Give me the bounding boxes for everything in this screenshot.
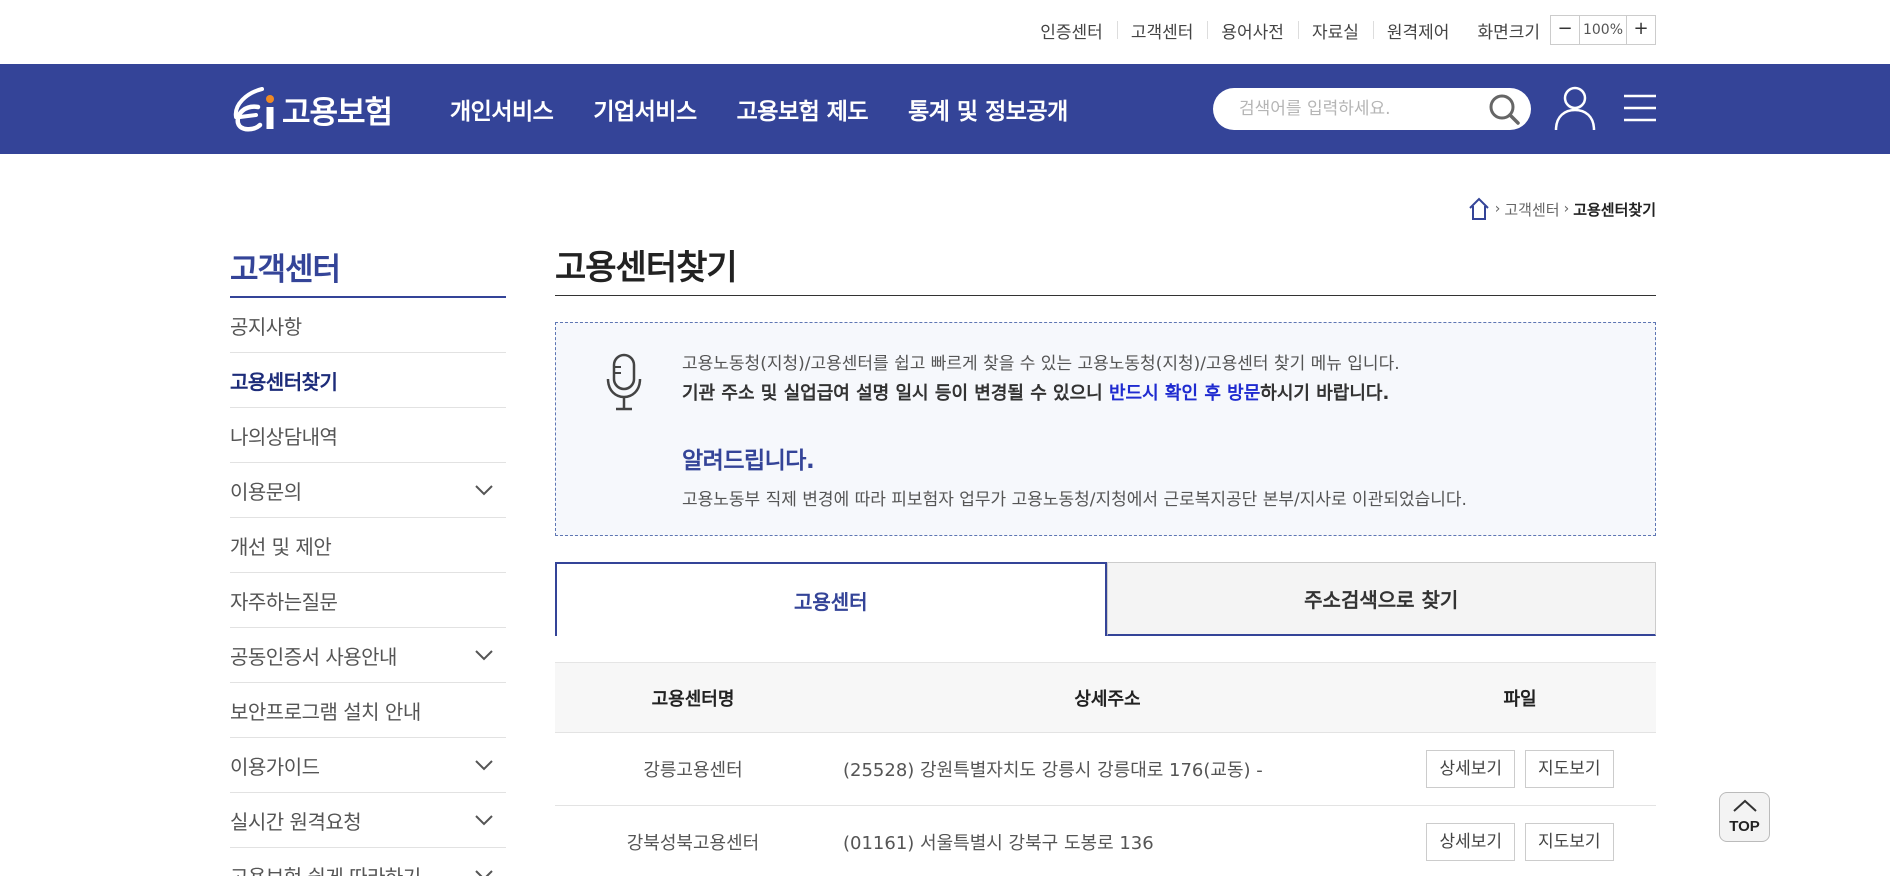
page-title: 고용센터찾기: [555, 240, 1656, 296]
map-view-button[interactable]: 지도보기: [1525, 823, 1614, 861]
detail-view-button[interactable]: 상세보기: [1426, 750, 1515, 788]
zoom-value: 100%: [1579, 16, 1627, 44]
table-body: 강릉고용센터 (25528) 강원특별자치도 강릉시 강릉대로 176(교동) -…: [555, 733, 1656, 876]
chevron-down-icon[interactable]: [474, 649, 494, 661]
sidebar-list: 공지사항고용센터찾기나의상담내역이용문의개선 및 제안자주하는질문공동인증서 사…: [230, 298, 506, 876]
notice-intro-text: 고용노동청(지청)/고용센터를 쉽고 빠르게 찾을 수 있는 고용노동청(지청)…: [682, 354, 1400, 374]
notice-warning-text: 기관 주소 및 실업급여 설명 일시 등이 변경될 수 있으니 반드시 확인 후…: [682, 379, 1389, 405]
center-address: (01161) 서울특별시 강북구 도봉로 136: [843, 833, 1154, 854]
chevron-down-icon[interactable]: [474, 869, 494, 876]
gnb-item-business[interactable]: 기업서비스: [593, 92, 697, 126]
sidebar-item[interactable]: 실시간 원격요청: [230, 793, 506, 848]
zoom-label: 화면크기: [1477, 22, 1540, 43]
breadcrumb-current: 고용센터찾기: [1573, 200, 1656, 219]
tab-address-search[interactable]: 주소검색으로 찾기: [1106, 562, 1656, 636]
zoom-control: − 100% +: [1550, 15, 1656, 45]
tab-employment-center[interactable]: 고용센터: [555, 562, 1107, 636]
map-view-button[interactable]: 지도보기: [1525, 750, 1614, 788]
chevron-right-icon: ›: [1563, 201, 1570, 217]
sidebar-item-label: 나의상담내역: [230, 424, 338, 449]
search-icon[interactable]: [1487, 92, 1521, 126]
util-link-glossary[interactable]: 용어사전: [1207, 18, 1298, 43]
sidebar-item[interactable]: 공지사항: [230, 298, 506, 353]
microphone-icon: [606, 353, 642, 411]
table-row: 강릉고용센터 (25528) 강원특별자치도 강릉시 강릉대로 176(교동) -…: [555, 733, 1656, 806]
chevron-right-icon: ›: [1494, 201, 1501, 217]
logo-ei-icon: [233, 87, 274, 132]
gnb-item-personal[interactable]: 개인서비스: [450, 92, 554, 126]
notice-warning-post: 하시기 바랍니다.: [1260, 383, 1390, 404]
chevron-down-icon[interactable]: [474, 814, 494, 826]
sidebar-item-label: 보안프로그램 설치 안내: [230, 699, 421, 724]
sidebar-item[interactable]: 나의상담내역: [230, 408, 506, 463]
notice-warning-pre: 기관 주소 및 실업급여 설명 일시 등이 변경될 수 있으니: [682, 383, 1109, 404]
sidebar-item[interactable]: 이용문의: [230, 463, 506, 518]
site-logo[interactable]: 고용보험: [228, 78, 393, 140]
main-navigation: 고용보험 개인서비스 기업서비스 고용보험 제도 통계 및 정보공개: [0, 64, 1890, 154]
chevron-down-icon[interactable]: [474, 759, 494, 771]
home-icon[interactable]: [1467, 196, 1491, 222]
util-link-certificate[interactable]: 인증센터: [1026, 18, 1117, 43]
notice-warning-highlight: 반드시 확인 후 방문: [1108, 383, 1261, 404]
sidebar-item[interactable]: 자주하는질문: [230, 573, 506, 628]
file-buttons: 상세보기 지도보기: [1384, 750, 1656, 788]
center-address: (25528) 강원특별자치도 강릉시 강릉대로 176(교동) -: [843, 760, 1263, 781]
util-link-archive[interactable]: 자료실: [1297, 18, 1373, 43]
breadcrumb: › 고객센터 › 고용센터찾기: [1467, 196, 1656, 222]
table-row: 강북성북고용센터 (01161) 서울특별시 강북구 도봉로 136 상세보기 지도보…: [555, 806, 1656, 876]
zoom-out-button[interactable]: −: [1551, 16, 1579, 44]
utility-bar: 인증센터 고객센터 용어사전 자료실 원격제어 화면크기 − 100% +: [0, 0, 1892, 64]
sidebar-item-label: 이용문의: [230, 479, 302, 504]
breadcrumb-customer-center[interactable]: 고객센터: [1504, 199, 1559, 220]
sidebar-item-label: 개선 및 제안: [230, 534, 332, 559]
sidebar-item-label: 이용가이드: [230, 754, 320, 779]
sidebar-item-label: 공지사항: [230, 314, 302, 339]
column-header-name: 고용센터명: [651, 688, 735, 710]
center-table: 고용센터명 상세주소 파일 강릉고용센터 (25528) 강원특별자치도 강릉시 …: [555, 662, 1656, 876]
sidebar-item-label: 실시간 원격요청: [230, 809, 362, 834]
gnb-menu: 개인서비스 기업서비스 고용보험 제도 통계 및 정보공개: [450, 64, 1108, 154]
sidebar-item[interactable]: 보안프로그램 설치 안내: [230, 683, 506, 738]
sidebar-title: 고객센터: [230, 244, 506, 298]
chevron-up-icon: [1733, 799, 1757, 812]
search-box: [1213, 88, 1531, 130]
top-label: TOP: [1729, 818, 1760, 835]
center-name: 강북성북고용센터: [626, 833, 760, 854]
sidebar-item-label: 공동인증서 사용안내: [230, 644, 397, 669]
sidebar-item[interactable]: 이용가이드: [230, 738, 506, 793]
column-header-address: 상세주소: [1074, 688, 1141, 710]
scroll-to-top-button[interactable]: TOP: [1719, 792, 1770, 842]
util-link-remote-control[interactable]: 원격제어: [1372, 18, 1464, 43]
notice-transfer-text: 고용노동부 직제 변경에 따라 피보험자 업무가 고용노동청/지청에서 근로복지…: [682, 490, 1467, 510]
util-link-customer-center[interactable]: 고객센터: [1116, 18, 1208, 43]
center-name: 강릉고용센터: [643, 760, 743, 781]
main-content: 고용센터찾기 고용노동청(지청)/고용센터를 쉽고 빠르게 찾을 수 있는 고용…: [555, 240, 1656, 876]
notice-box: 고용노동청(지청)/고용센터를 쉽고 빠르게 찾을 수 있는 고용노동청(지청)…: [555, 322, 1656, 536]
detail-view-button[interactable]: 상세보기: [1426, 823, 1515, 861]
sidebar-item-label: 자주하는질문: [230, 589, 338, 614]
sidebar-item[interactable]: 고용보험 쉽게 따라하기: [230, 848, 506, 876]
sidebar-item-label: 고용센터찾기: [230, 369, 338, 394]
chevron-down-icon[interactable]: [474, 484, 494, 496]
sidebar-item[interactable]: 개선 및 제안: [230, 518, 506, 573]
sidebar-item[interactable]: 공동인증서 사용안내: [230, 628, 506, 683]
zoom-in-button[interactable]: +: [1627, 16, 1655, 44]
sidebar-item-label: 고용보험 쉽게 따라하기: [230, 861, 421, 876]
file-buttons: 상세보기 지도보기: [1384, 823, 1656, 861]
tab-bar: 고용센터 주소검색으로 찾기: [555, 562, 1656, 636]
sidebar-item[interactable]: 고용센터찾기: [230, 353, 506, 408]
table-header: 고용센터명 상세주소 파일: [555, 663, 1656, 733]
hamburger-menu-icon[interactable]: [1622, 88, 1658, 128]
gnb-item-statistics[interactable]: 통계 및 정보공개: [908, 92, 1068, 126]
search-input[interactable]: [1239, 88, 1479, 130]
utility-links: 인증센터 고객센터 용어사전 자료실 원격제어 화면크기 − 100% +: [1026, 14, 1656, 46]
user-icon[interactable]: [1553, 84, 1597, 132]
column-header-file: 파일: [1503, 688, 1537, 710]
sidebar: 고객센터 공지사항고용센터찾기나의상담내역이용문의개선 및 제안자주하는질문공동…: [230, 244, 506, 876]
notice-heading: 알려드립니다.: [682, 448, 815, 474]
logo-text: 고용보험: [282, 94, 393, 130]
gnb-item-insurance-system[interactable]: 고용보험 제도: [737, 92, 869, 126]
